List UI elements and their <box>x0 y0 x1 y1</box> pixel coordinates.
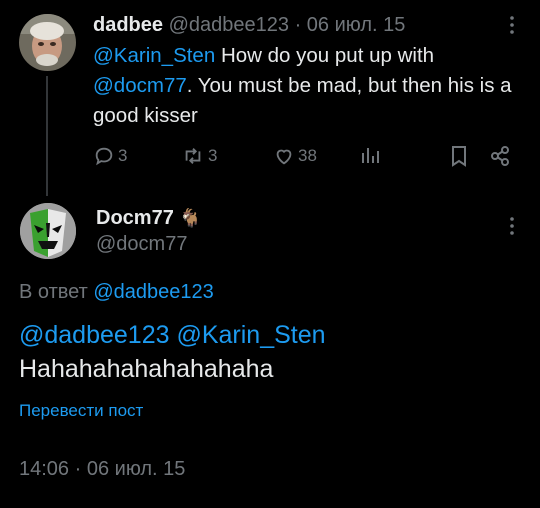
parent-author-name[interactable]: dadbee <box>93 14 163 36</box>
parent-header: dadbee @dadbee123 · 06 июл. 15 <box>93 12 405 38</box>
main-more-icon[interactable] <box>502 216 522 240</box>
more-icon[interactable] <box>502 15 522 39</box>
reply-context: В ответ @dadbee123 <box>19 279 214 305</box>
reply-button[interactable]: 3 <box>93 145 127 167</box>
bookmark-icon <box>449 145 469 167</box>
share-button[interactable] <box>489 145 511 167</box>
reply-to-mention[interactable]: @dadbee123 <box>93 281 213 303</box>
share-icon <box>489 145 511 167</box>
main-date-separator: · <box>69 458 87 480</box>
reply-prefix: В ответ <box>19 281 94 303</box>
main-tweet-body: Hahahahahahahahaha <box>19 355 274 383</box>
like-count: 38 <box>298 146 317 165</box>
views-icon <box>360 145 380 165</box>
retweet-icon <box>181 145 205 167</box>
main-tweet-text: @dadbee123 @Karin_Sten Hahahahahahahahah… <box>19 318 519 386</box>
parent-date-separator: · <box>289 14 307 36</box>
main-avatar[interactable] <box>20 203 76 259</box>
retweet-count: 3 <box>208 146 218 165</box>
goat-emoji: 🐐 <box>179 208 202 228</box>
main-date: 06 июл. 15 <box>86 458 186 480</box>
reply-icon <box>93 145 115 167</box>
parent-author-handle[interactable]: @dadbee123 <box>169 14 289 36</box>
main-author-name[interactable]: Docm77 <box>96 207 174 229</box>
parent-date[interactable]: 06 июл. 15 <box>307 14 406 36</box>
main-author-handle[interactable]: @docm77 <box>96 232 187 256</box>
views-button[interactable] <box>360 145 380 165</box>
parent-mention-docm[interactable]: @docm77 <box>93 74 187 97</box>
main-mention-karin[interactable]: @Karin_Sten <box>176 321 325 349</box>
main-author-name-row: Docm77 🐐 <box>96 206 202 230</box>
like-icon <box>273 145 295 167</box>
parent-text-part1: How do you put up with <box>215 44 435 67</box>
retweet-button[interactable]: 3 <box>181 145 217 167</box>
parent-tweet-text: @Karin_Sten How do you put up with @docm… <box>93 41 523 131</box>
bookmark-button[interactable] <box>449 145 469 167</box>
translate-post-link[interactable]: Перевести пост <box>19 400 143 422</box>
parent-avatar[interactable] <box>19 14 76 71</box>
thread-line <box>46 76 48 196</box>
main-mention-dadbee[interactable]: @dadbee123 <box>19 321 170 349</box>
main-timestamp[interactable]: 14:06 · 06 июл. 15 <box>19 456 185 482</box>
parent-mention-karin[interactable]: @Karin_Sten <box>93 44 215 67</box>
reply-count: 3 <box>118 146 128 165</box>
parent-action-bar: 3 3 38 <box>93 145 523 169</box>
like-button[interactable]: 38 <box>273 145 317 167</box>
main-time: 14:06 <box>19 458 70 480</box>
